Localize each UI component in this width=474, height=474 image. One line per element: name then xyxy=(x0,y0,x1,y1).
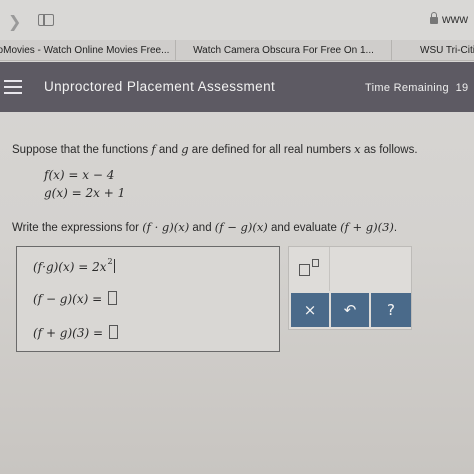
tab-gomovies[interactable]: oMovies - Watch Online Movies Free... xyxy=(0,40,176,61)
sidebar-icon[interactable] xyxy=(38,14,54,26)
exponent-button[interactable] xyxy=(297,257,323,279)
tab-label: Watch Camera Obscura For Free On 1... xyxy=(193,45,374,56)
answer-exponent[interactable]: 2 xyxy=(108,257,113,266)
definition-f: f(x) = x − 4 xyxy=(44,168,115,182)
answer-row-difference[interactable]: (f − g)(x) = xyxy=(33,291,117,306)
text: as follows. xyxy=(360,144,418,156)
text-cursor xyxy=(113,259,115,273)
url-text: www xyxy=(442,12,468,26)
page-title: Unproctored Placement Assessment xyxy=(44,79,276,94)
menu-icon[interactable] xyxy=(4,80,22,94)
instructions: Write the expressions for (f · g)(x) and… xyxy=(12,220,397,234)
text: are defined for all real numbers xyxy=(188,144,355,156)
definition-g: g(x) = 2x + 1 xyxy=(44,186,126,200)
tab-bar: oMovies - Watch Online Movies Free... Wa… xyxy=(0,40,474,61)
lock-icon xyxy=(430,12,438,24)
expression: (f + g)(3) xyxy=(340,220,394,234)
app-header: Unproctored Placement Assessment Time Re… xyxy=(0,62,474,112)
tab-label: WSU Tri-Citi xyxy=(420,45,474,56)
answer-row-sum[interactable]: (f + g)(3) = xyxy=(33,325,118,340)
answer-input[interactable] xyxy=(108,325,118,339)
tab-wsu[interactable]: WSU Tri-Citi xyxy=(392,40,474,61)
answer-label: (f − g)(x) = xyxy=(33,292,106,306)
url-bar[interactable]: www xyxy=(430,12,468,26)
screen: ❯ www oMovies - Watch Online Movies Free… xyxy=(0,0,474,474)
divider xyxy=(329,247,330,291)
text: and xyxy=(155,144,182,156)
text: Write the expressions for xyxy=(12,222,143,234)
time-remaining: Time Remaining 19 xyxy=(365,82,468,94)
answer-row-product[interactable]: (f·g)(x) = 2x2 xyxy=(33,257,115,274)
answer-area[interactable]: (f·g)(x) = 2x2 (f − g)(x) = (f + g)(3) = xyxy=(16,246,280,352)
text: and evaluate xyxy=(267,222,341,234)
exponent-power-icon xyxy=(312,259,319,267)
problem-statement: Suppose that the functions f and g are d… xyxy=(12,142,418,156)
tab-label: oMovies - Watch Online Movies Free... xyxy=(0,45,170,56)
time-label: Time Remaining xyxy=(365,82,449,94)
question-content: Suppose that the functions f and g are d… xyxy=(0,112,474,474)
expression: (f · g)(x) xyxy=(142,220,190,234)
answer-label: (f + g)(3) = xyxy=(33,326,107,340)
browser-toolbar: ❯ www xyxy=(0,0,474,40)
chevron-right-icon[interactable]: ❯ xyxy=(8,12,21,31)
palette-actions: × ↶ ? xyxy=(291,293,411,327)
tab-camera-obscura[interactable]: Watch Camera Obscura For Free On 1... xyxy=(176,40,392,61)
expression: (f − g)(x) xyxy=(214,220,268,234)
math-palette: × ↶ ? xyxy=(288,246,412,330)
answer-input[interactable] xyxy=(107,291,117,305)
text: . xyxy=(393,222,398,234)
answer-label: (f·g)(x) = xyxy=(33,260,93,274)
text: Suppose that the functions xyxy=(12,144,152,156)
undo-button[interactable]: ↶ xyxy=(331,293,369,327)
answer-value[interactable]: 2x xyxy=(92,260,106,274)
exponent-base-icon xyxy=(299,264,310,276)
help-button[interactable]: ? xyxy=(371,293,411,327)
time-value: 19 xyxy=(455,82,469,94)
text: and xyxy=(189,222,215,234)
clear-button[interactable]: × xyxy=(291,293,329,327)
var-g: g xyxy=(181,142,189,156)
